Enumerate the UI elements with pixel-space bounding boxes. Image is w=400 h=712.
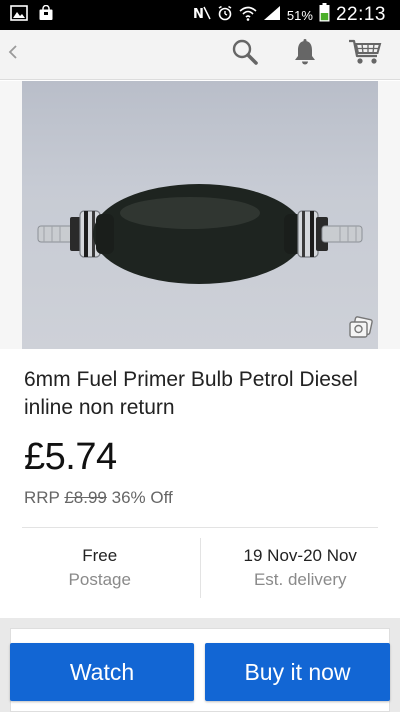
- notifications-button[interactable]: [288, 38, 322, 72]
- watch-button[interactable]: Watch: [10, 643, 194, 701]
- postage-label: Postage: [68, 570, 131, 589]
- delivery-value: 19 Nov-20 Nov: [243, 546, 357, 565]
- status-bar: N 51% 22:13: [0, 0, 400, 30]
- svg-text:N: N: [193, 7, 204, 21]
- search-button[interactable]: [228, 38, 262, 72]
- chevron-left-icon: [8, 43, 18, 66]
- shipping-info: Free Postage 19 Nov-20 Nov Est. delivery: [0, 528, 400, 608]
- delivery-cell: 19 Nov-20 Nov Est. delivery: [201, 528, 400, 608]
- gallery-icon: [10, 4, 28, 26]
- postage-value: Free: [82, 546, 118, 565]
- status-notifications: [0, 4, 54, 26]
- rrp-label: RRP: [24, 488, 60, 507]
- delivery-label: Est. delivery: [253, 570, 347, 589]
- app-header: [0, 30, 400, 80]
- rrp-price: £8.99: [64, 488, 107, 507]
- header-actions: [228, 38, 400, 72]
- buy-it-now-button[interactable]: Buy it now: [205, 643, 390, 701]
- discount-badge: 36% Off: [111, 488, 173, 507]
- cart-icon: [348, 38, 382, 71]
- wifi-icon: [239, 5, 257, 26]
- battery-icon: [319, 3, 330, 27]
- nfc-icon: N: [193, 5, 211, 26]
- listing-price: £5.74: [24, 436, 117, 478]
- status-indicators: N 51% 22:13: [193, 3, 400, 27]
- cart-button[interactable]: [348, 38, 382, 72]
- battery-percent: 51%: [286, 7, 313, 23]
- rrp-line: RRP £8.99 36% Off: [24, 488, 173, 508]
- search-icon: [231, 38, 259, 71]
- listing-title: 6mm Fuel Primer Bulb Petrol Diesel inlin…: [24, 368, 358, 419]
- signal-icon: [263, 5, 281, 26]
- product-image-gallery[interactable]: [0, 81, 400, 349]
- clock: 22:13: [335, 4, 386, 25]
- back-button[interactable]: [0, 30, 26, 80]
- product-image[interactable]: [22, 81, 378, 349]
- product-photo: [37, 184, 363, 284]
- bell-icon: [292, 38, 318, 71]
- postage-cell: Free Postage: [0, 528, 200, 608]
- alarm-icon: [217, 5, 233, 26]
- shopping-bag-icon: [38, 4, 54, 26]
- zoom-gallery-icon[interactable]: [348, 316, 374, 345]
